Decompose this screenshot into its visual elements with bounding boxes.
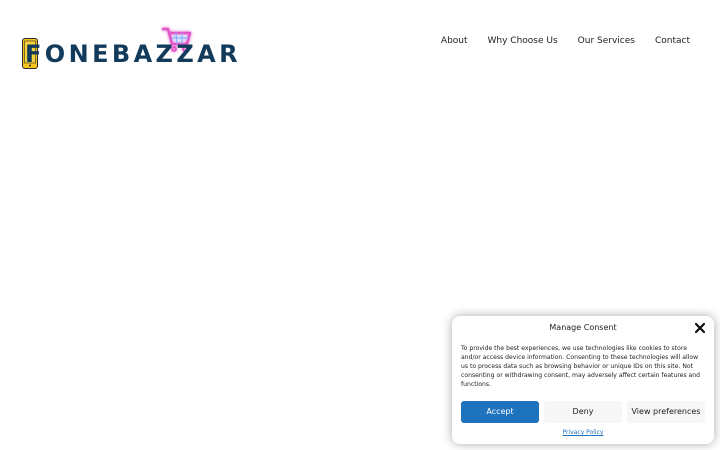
nav-item-about[interactable]: About (441, 34, 468, 48)
view-preferences-button[interactable]: View preferences (627, 401, 705, 423)
consent-dialog: Manage Consent To provide the best exper… (452, 316, 714, 444)
consent-title: Manage Consent (549, 323, 617, 332)
logo-text: FONEBAZZAR (25, 40, 242, 68)
main-nav: About Why Choose Us Our Services Contact (421, 34, 690, 48)
nav-item-contact[interactable]: Contact (655, 34, 690, 48)
privacy-policy-link[interactable]: Privacy Policy (452, 428, 714, 437)
site-logo[interactable]: FONEBAZZAR (20, 24, 238, 74)
accept-button[interactable]: Accept (461, 401, 539, 423)
consent-button-row: Accept Deny View preferences (461, 401, 705, 423)
nav-item-our-services[interactable]: Our Services (578, 34, 635, 48)
close-icon[interactable] (694, 322, 706, 334)
consent-message: To provide the best experiences, we use … (461, 345, 701, 388)
deny-button[interactable]: Deny (544, 401, 622, 423)
nav-item-why-choose-us[interactable]: Why Choose Us (488, 34, 558, 48)
page: FONEBAZZAR About Why Choose Us Our Servi… (0, 0, 720, 450)
